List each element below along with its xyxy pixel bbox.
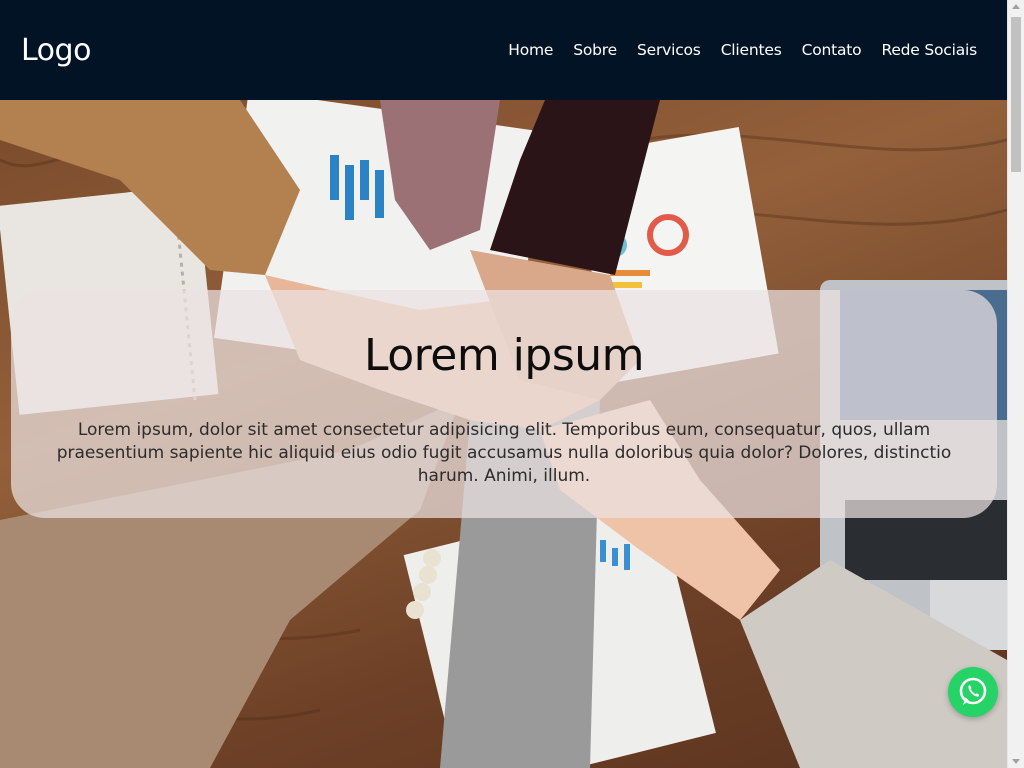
nav-link-contato[interactable]: Contato xyxy=(802,41,862,59)
navbar: Logo Home Sobre Servicos Clientes Contat… xyxy=(0,0,1007,100)
whatsapp-icon xyxy=(959,677,987,705)
scroll-down-icon[interactable] xyxy=(1012,759,1020,764)
vertical-scrollbar[interactable] xyxy=(1007,0,1024,768)
nav-link-clientes[interactable]: Clientes xyxy=(721,41,782,59)
nav-link-sobre[interactable]: Sobre xyxy=(573,41,617,59)
nav-link-servicos[interactable]: Servicos xyxy=(637,41,701,59)
hero-title: Lorem ipsum xyxy=(363,330,645,381)
nav-menu: Home Sobre Servicos Clientes Contato Red… xyxy=(508,41,977,59)
logo[interactable]: Logo xyxy=(21,33,91,68)
hero-section: Lorem ipsum Lorem ipsum, dolor sit amet … xyxy=(0,100,1007,768)
nav-link-rede-sociais[interactable]: Rede Sociais xyxy=(881,41,977,59)
whatsapp-button[interactable] xyxy=(948,667,998,717)
scroll-up-icon[interactable] xyxy=(1012,4,1020,9)
nav-link-home[interactable]: Home xyxy=(508,41,553,59)
hero-description: Lorem ipsum, dolor sit amet consectetur … xyxy=(56,420,952,486)
scrollbar-thumb[interactable] xyxy=(1011,17,1021,172)
hero-card: Lorem ipsum Lorem ipsum, dolor sit amet … xyxy=(11,290,997,518)
